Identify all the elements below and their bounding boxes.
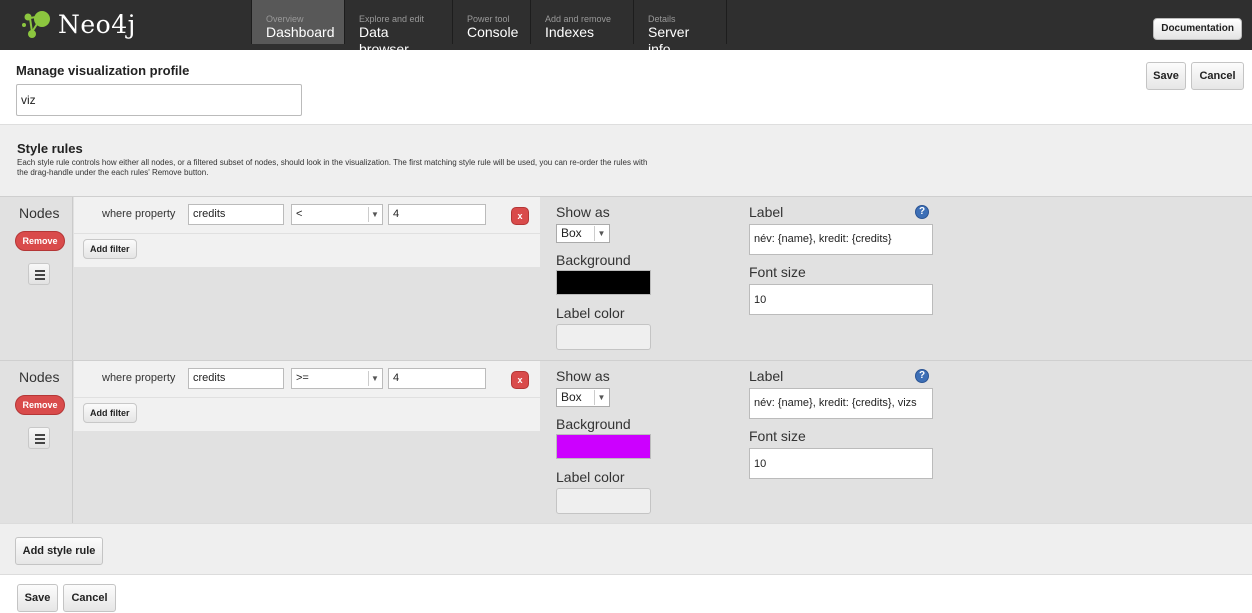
nav-tab-label: Console (467, 24, 519, 40)
nav-tab-subtitle: Overview (266, 14, 304, 24)
background-color-swatch[interactable] (556, 434, 651, 459)
nav-tab-subtitle: Details (648, 14, 676, 24)
drag-handle-icon[interactable] (28, 427, 50, 449)
chevron-down-icon: ▼ (368, 371, 381, 386)
remove-rule-button[interactable]: Remove (15, 231, 65, 251)
nav-tab-label: Dashboard (266, 24, 335, 40)
label-color-swatch[interactable] (556, 488, 651, 514)
where-property-label: where property (102, 208, 176, 220)
shape-select[interactable]: Box ▼ (556, 224, 610, 243)
shape-select-value: Box (561, 226, 582, 240)
remove-filter-button[interactable]: x (511, 207, 529, 225)
neo4j-graph-icon (22, 11, 50, 38)
label-color-swatch[interactable] (556, 324, 651, 350)
style-rule: Nodes Remove where property credits < ▼ … (0, 196, 1252, 360)
rule-target-label: Nodes (19, 369, 60, 385)
top-navigation-bar: Neo4j Overview Dashboard Explore and edi… (0, 0, 1252, 57)
nav-tab-data-browser[interactable]: Explore and edit Data browser (345, 0, 452, 57)
help-icon[interactable]: ? (915, 369, 929, 383)
nav-divider (726, 0, 727, 44)
rule-controls: Nodes Remove (0, 361, 73, 523)
neo4j-logo[interactable]: Neo4j (20, 8, 220, 42)
help-icon[interactable]: ? (915, 205, 929, 219)
font-size-label: Font size (749, 428, 806, 444)
filter-operator-value: >= (296, 372, 309, 384)
nav-tab-dashboard[interactable]: Overview Dashboard (252, 0, 344, 44)
chevron-down-icon: ▼ (594, 390, 608, 405)
style-rules-header: Style rules Each style rule controls how… (0, 124, 1252, 196)
nav-tab-server-info[interactable]: Details Server info (634, 0, 726, 57)
filter-value-input[interactable]: 4 (388, 204, 486, 225)
show-as-label: Show as (556, 204, 610, 220)
chevron-down-icon: ▼ (368, 207, 381, 222)
font-size-input[interactable]: 10 (749, 284, 933, 315)
show-as-label: Show as (556, 368, 610, 384)
cancel-button[interactable]: Cancel (1191, 62, 1244, 90)
filter-operator-select[interactable]: >= ▼ (291, 368, 383, 389)
shape-select-value: Box (561, 390, 582, 404)
chevron-down-icon: ▼ (594, 226, 608, 241)
nav-tab-label: Indexes (545, 24, 595, 40)
filter-value-input[interactable]: 4 (388, 368, 486, 389)
label-template-input[interactable]: név: {name}, kredit: {credits} (749, 224, 933, 255)
filter-operator-value: < (296, 208, 303, 220)
nav-tab-subtitle: Add and remove (545, 14, 612, 24)
filter-operator-select[interactable]: < ▼ (291, 204, 383, 225)
filter-property-input[interactable]: credits (188, 204, 284, 225)
remove-rule-button[interactable]: Remove (15, 395, 65, 415)
filter-property-input[interactable]: credits (188, 368, 284, 389)
save-button[interactable]: Save (1146, 62, 1186, 90)
background-label: Background (556, 416, 631, 432)
where-property-label: where property (102, 372, 176, 384)
font-size-label: Font size (749, 264, 806, 280)
label-title: Label (749, 368, 784, 384)
remove-filter-button[interactable]: x (511, 371, 529, 389)
filter-area: where property credits >= ▼ 4 x Add filt… (74, 361, 540, 431)
nav-tab-subtitle: Power tool (467, 14, 510, 24)
label-color-label: Label color (556, 305, 625, 321)
style-rule: Nodes Remove where property credits >= ▼… (0, 360, 1252, 523)
nav-tab-label: Server info (648, 24, 690, 57)
drag-handle-icon[interactable] (28, 263, 50, 285)
label-color-label: Label color (556, 469, 625, 485)
footer-cancel-button[interactable]: Cancel (63, 584, 116, 612)
add-filter-button[interactable]: Add filter (83, 239, 137, 259)
nav-tab-indexes[interactable]: Add and remove Indexes (531, 0, 633, 44)
label-template-input[interactable]: név: {name}, kredit: {credits}, vizs (749, 388, 933, 419)
label-title: Label (749, 204, 784, 220)
page-title: Manage visualization profile (16, 63, 190, 78)
style-rules-title: Style rules (17, 141, 83, 156)
filter-area: where property credits < ▼ 4 x Add filte… (74, 197, 540, 267)
background-label: Background (556, 252, 631, 268)
nav-tab-subtitle: Explore and edit (359, 14, 425, 24)
font-size-input[interactable]: 10 (749, 448, 933, 479)
add-style-rule-button[interactable]: Add style rule (15, 537, 103, 565)
nav-tab-label: Data browser (359, 24, 409, 57)
add-filter-button[interactable]: Add filter (83, 403, 137, 423)
shape-select[interactable]: Box ▼ (556, 388, 610, 407)
rule-controls: Nodes Remove (0, 197, 73, 360)
nav-tab-console[interactable]: Power tool Console (453, 0, 530, 44)
footer-save-button[interactable]: Save (17, 584, 58, 612)
divider (74, 397, 540, 398)
background-color-swatch[interactable] (556, 270, 651, 295)
style-rules-description: Each style rule controls how either all … (17, 158, 648, 177)
profile-name-input[interactable]: viz (16, 84, 302, 116)
rule-target-label: Nodes (19, 205, 60, 221)
documentation-button[interactable]: Documentation (1153, 18, 1242, 40)
divider (74, 233, 540, 234)
add-rule-band: Add style rule (0, 523, 1252, 575)
logo-text: Neo4j (58, 10, 136, 39)
